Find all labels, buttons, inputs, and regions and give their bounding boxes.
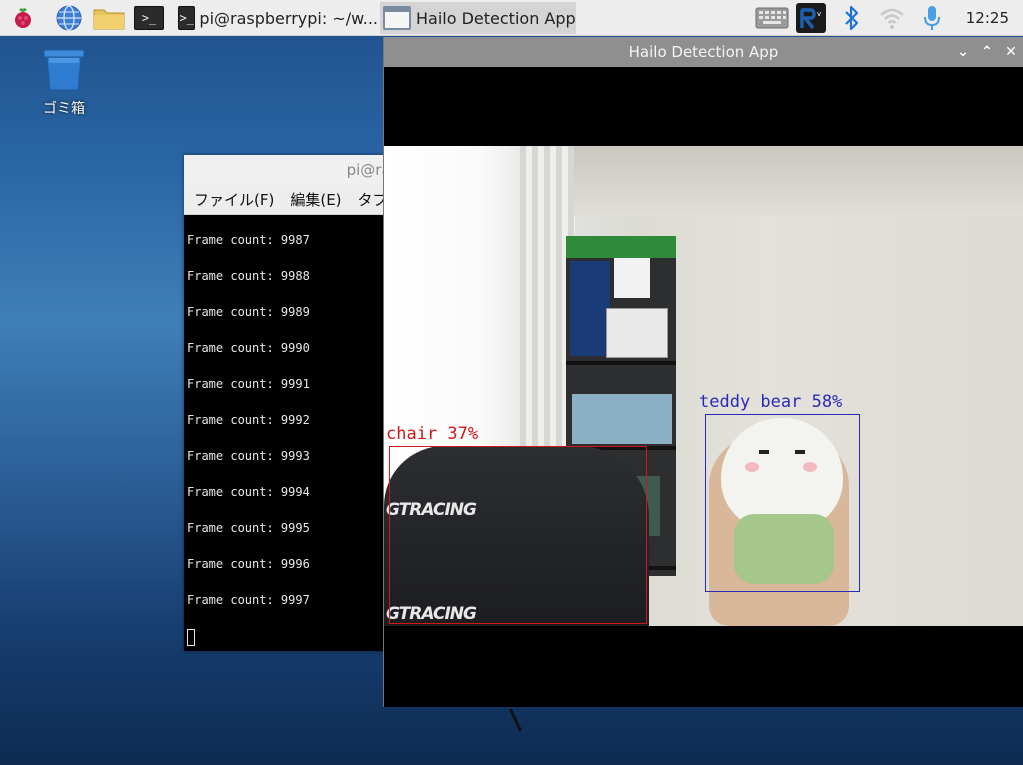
terminal-line: Frame count: 9987	[187, 233, 310, 247]
taskbar-task-label: pi@raspberrypi: ~/w...	[199, 8, 378, 28]
clock[interactable]: 12:25	[966, 0, 1009, 36]
vnc-icon: v	[796, 3, 826, 33]
blue-box	[570, 261, 610, 356]
close-button[interactable]: ✕	[999, 44, 1023, 60]
raspberry-menu-button[interactable]	[6, 3, 40, 33]
wifi-button[interactable]	[876, 3, 908, 33]
shelf-bar	[566, 361, 676, 365]
taskbar-task-terminal[interactable]: >_ pi@raspberrypi: ~/w...	[178, 2, 378, 34]
white-box	[614, 258, 650, 298]
terminal-line: Frame count: 9996	[187, 557, 310, 571]
menu-file[interactable]: ファイル(F)	[194, 189, 274, 210]
wall	[574, 146, 1023, 216]
hailo-titlebar[interactable]: Hailo Detection App ⌄ ⌃ ✕	[384, 37, 1023, 67]
wifi-icon	[880, 8, 904, 29]
chair-detection-label: chair 37%	[386, 424, 479, 444]
camera-frame: GTRACING GTRACING	[384, 146, 1023, 626]
terminal-line: Frame count: 9993	[187, 449, 310, 463]
menu-edit[interactable]: 編集(E)	[290, 189, 341, 210]
terminal-line: Frame count: 9988	[187, 269, 310, 283]
terminal-line: Frame count: 9994	[187, 485, 310, 499]
terminal-icon: >_	[134, 6, 164, 30]
maximize-button[interactable]: ⌃	[975, 44, 999, 60]
teddy-bear-detection-label: teddy bear 58%	[699, 392, 843, 412]
terminal-line: Frame count: 9997	[187, 593, 310, 607]
bag	[572, 394, 672, 444]
vnc-button[interactable]: v	[794, 3, 828, 33]
minimize-button[interactable]: ⌄	[951, 44, 975, 60]
terminal-window[interactable]: pi@rasp ファイル(F) 編集(E) タブ Frame count: 99…	[184, 155, 414, 651]
trash-icon	[43, 49, 85, 91]
taskbar-task-hailo[interactable]: Hailo Detection App	[380, 2, 576, 34]
terminal-line: Frame count: 9990	[187, 341, 310, 355]
microphone-button[interactable]	[918, 3, 946, 33]
hailo-title: Hailo Detection App	[628, 43, 779, 61]
chair-bounding-box	[389, 446, 647, 624]
taskbar: >_ >_ pi@raspberrypi: ~/w... Hailo Detec…	[0, 0, 1023, 36]
terminal-icon: >_	[178, 6, 196, 30]
terminal-line: Frame count: 9995	[187, 521, 310, 535]
svg-text:v: v	[817, 10, 821, 18]
storage-box	[606, 308, 668, 358]
keyboard-icon	[755, 7, 789, 29]
terminal-output[interactable]: Frame count: 9987 Frame count: 9988 Fram…	[184, 215, 414, 649]
virtual-keyboard-button[interactable]	[754, 3, 790, 33]
window-icon	[383, 6, 411, 30]
microphone-icon	[924, 6, 940, 30]
taskbar-task-label: Hailo Detection App	[416, 8, 576, 28]
terminal-titlebar[interactable]: pi@rasp	[184, 155, 414, 185]
hailo-window[interactable]: Hailo Detection App ⌄ ⌃ ✕ GTRACING GTRAC…	[383, 37, 1023, 707]
file-manager-button[interactable]	[90, 3, 128, 33]
terminal-launcher-button[interactable]: >_	[132, 3, 166, 33]
bluetooth-icon	[845, 5, 859, 31]
terminal-cursor	[187, 629, 195, 646]
terminal-line: Frame count: 9992	[187, 413, 310, 427]
globe-icon	[56, 5, 82, 31]
terminal-menubar: ファイル(F) 編集(E) タブ	[184, 185, 414, 215]
bluetooth-button[interactable]	[838, 3, 866, 33]
web-browser-button[interactable]	[52, 3, 86, 33]
trash-desktop-icon[interactable]: ゴミ箱	[28, 48, 100, 118]
folder-icon	[93, 9, 125, 30]
terminal-line: Frame count: 9989	[187, 305, 310, 319]
green-box	[566, 236, 676, 258]
raspberry-icon	[15, 8, 31, 28]
cable	[509, 708, 522, 732]
trash-label: ゴミ箱	[43, 101, 85, 117]
terminal-line: Frame count: 9991	[187, 377, 310, 391]
teddy-bear-bounding-box	[705, 414, 860, 592]
